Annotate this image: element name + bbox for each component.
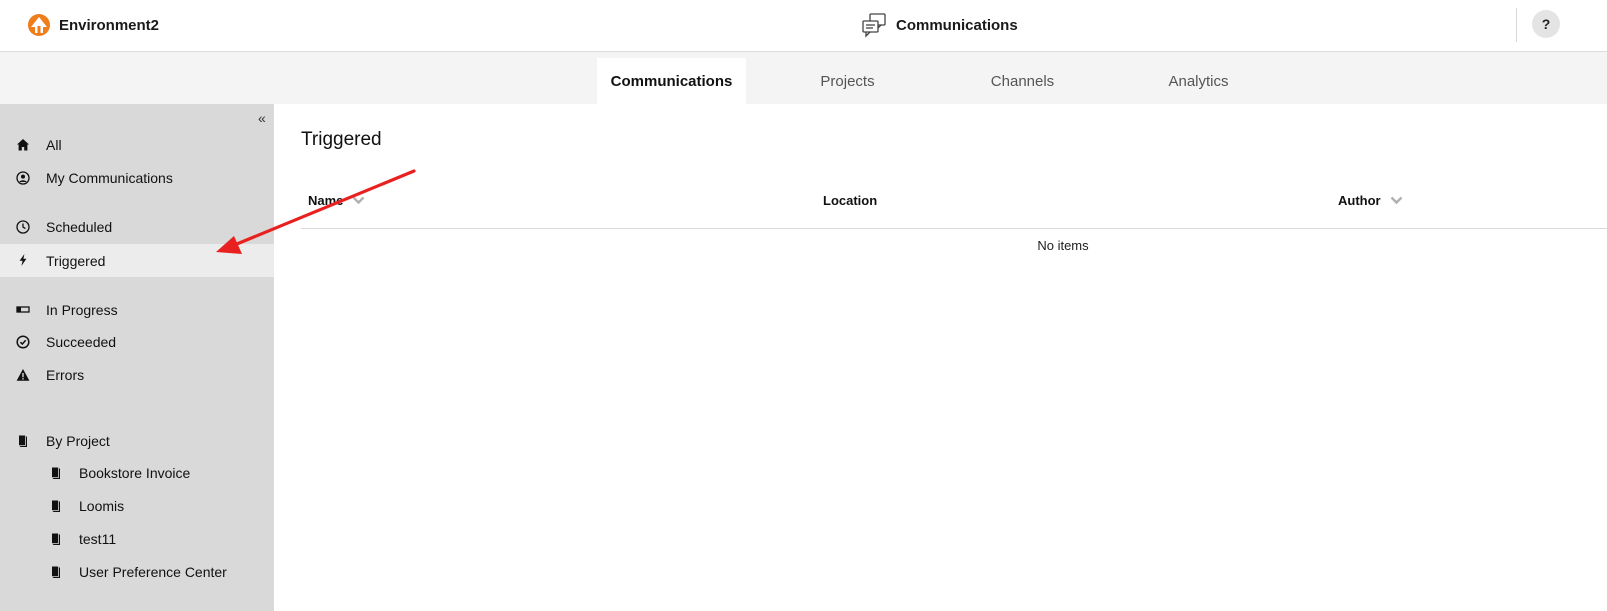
- sidebar-item-label: In Progress: [46, 302, 118, 318]
- sidebar-item-label: All: [46, 137, 62, 153]
- sidebar-item-my-communications[interactable]: My Communications: [0, 162, 274, 194]
- book-icon: [48, 564, 64, 580]
- chat-bubbles-icon: [862, 13, 886, 38]
- warning-icon: [15, 367, 31, 383]
- main-tab-bar: Communications Projects Channels Analyti…: [0, 52, 1607, 104]
- tab-communications[interactable]: Communications: [597, 58, 746, 104]
- book-icon: [15, 433, 31, 449]
- sidebar-item-label: Errors: [46, 367, 85, 383]
- app-title-label: Communications: [896, 16, 1018, 34]
- help-button[interactable]: ?: [1532, 10, 1560, 38]
- header-divider: [1516, 8, 1517, 42]
- collapse-sidebar-button[interactable]: «: [258, 110, 266, 126]
- main-content: Triggered Name Location Author No items: [274, 104, 1607, 611]
- book-icon: [48, 498, 64, 514]
- sidebar-item-by-project[interactable]: By Project: [0, 425, 274, 457]
- environment-brand[interactable]: Environment2: [27, 12, 159, 38]
- home-icon: [15, 137, 31, 153]
- sidebar-item-succeeded[interactable]: Succeeded: [0, 326, 274, 358]
- book-icon: [48, 531, 64, 547]
- sidebar-item-label: Succeeded: [46, 334, 117, 350]
- sidebar-project-label: User Preference Center: [79, 564, 227, 580]
- check-circle-icon: [15, 334, 31, 350]
- table-header-divider: [301, 228, 1607, 229]
- progress-icon: [15, 302, 31, 318]
- sidebar-item-triggered[interactable]: Triggered: [0, 244, 274, 277]
- sidebar-item-errors[interactable]: Errors: [0, 359, 274, 391]
- environment-name: Environment2: [59, 16, 160, 34]
- sidebar-project-loomis[interactable]: Loomis: [0, 490, 274, 522]
- column-header-label: Location: [823, 193, 878, 208]
- sidebar-item-label: Scheduled: [46, 219, 113, 235]
- top-bar: Environment2 Communications ?: [0, 0, 1607, 52]
- sort-chevron-down-icon: [1390, 196, 1402, 205]
- app-title: Communications: [861, 12, 1018, 38]
- sort-chevron-down-icon: [353, 196, 365, 205]
- sidebar-project-label: Bookstore Invoice: [79, 465, 191, 481]
- tab-analytics[interactable]: Analytics: [1140, 58, 1257, 104]
- sidebar-project-label: test11: [79, 531, 117, 547]
- tab-channels[interactable]: Channels: [965, 58, 1080, 104]
- column-header-label: Name: [308, 193, 344, 208]
- sidebar-item-in-progress[interactable]: In Progress: [0, 294, 274, 326]
- sidebar-item-label: By Project: [46, 433, 110, 449]
- sidebar-project-bookstore-invoice[interactable]: Bookstore Invoice: [0, 457, 274, 489]
- sidebar: « All My Communications Scheduled Trigge…: [0, 104, 274, 611]
- environment-logo-icon: [28, 14, 50, 36]
- column-header-label: Author: [1338, 193, 1381, 208]
- column-header-location: Location: [823, 193, 877, 208]
- column-header-name[interactable]: Name: [308, 193, 365, 208]
- clock-icon: [15, 219, 31, 235]
- sidebar-project-test11[interactable]: test11: [0, 523, 274, 555]
- sidebar-project-user-preference-center[interactable]: User Preference Center: [0, 556, 274, 588]
- bolt-icon: [15, 252, 31, 268]
- empty-state-message: No items: [1037, 238, 1089, 253]
- page-title: Triggered: [301, 129, 382, 150]
- book-icon: [48, 465, 64, 481]
- sidebar-item-all[interactable]: All: [0, 129, 274, 161]
- sidebar-project-label: Loomis: [79, 498, 125, 514]
- column-header-author[interactable]: Author: [1338, 193, 1403, 208]
- tab-projects[interactable]: Projects: [790, 58, 905, 104]
- sidebar-item-label: Triggered: [46, 252, 106, 269]
- sidebar-item-label: My Communications: [46, 170, 173, 186]
- user-circle-icon: [15, 170, 31, 186]
- sidebar-item-scheduled[interactable]: Scheduled: [0, 211, 274, 243]
